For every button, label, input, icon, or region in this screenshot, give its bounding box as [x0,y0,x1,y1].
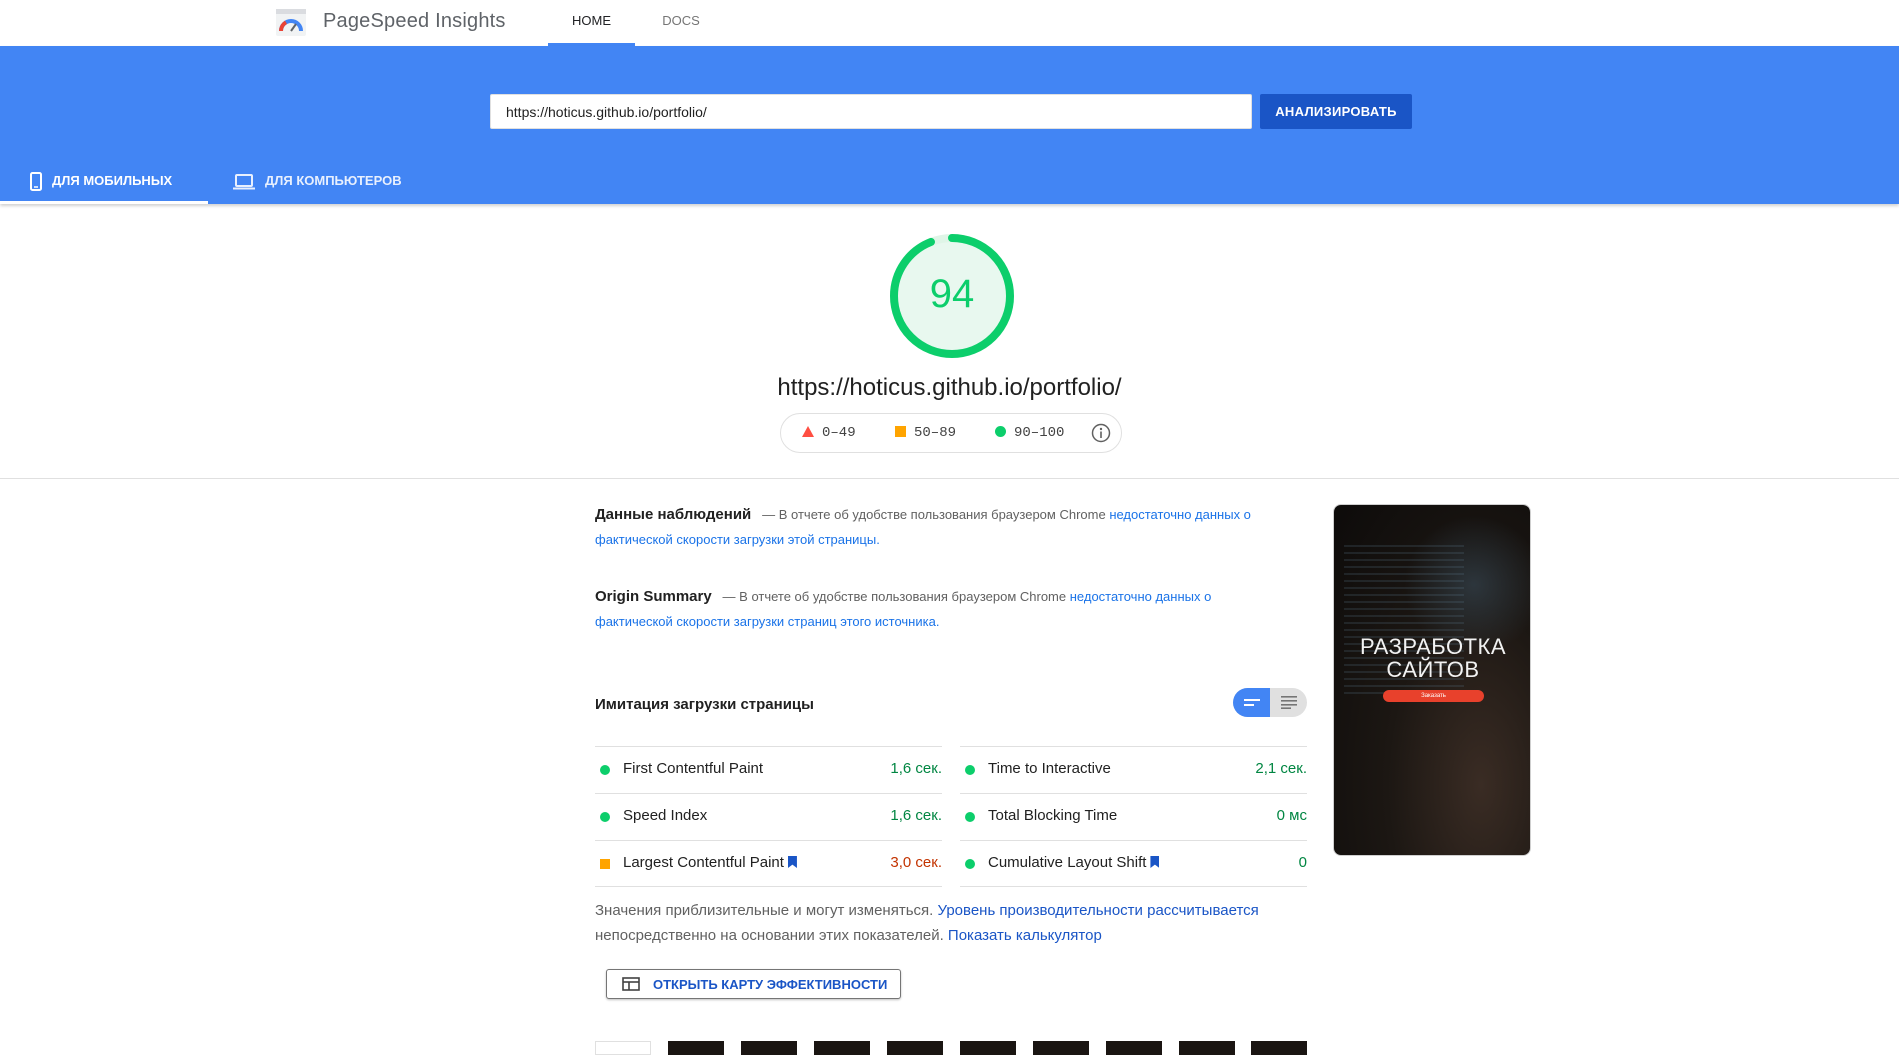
metric-value: 1,6 сек. [890,760,942,777]
metric-speed-index: Speed Index 1,6 сек. [595,793,942,840]
metric-name: First Contentful Paint [623,760,764,777]
analyze-button[interactable]: АНАЛИЗИРОВАТЬ [1260,94,1412,129]
metric-value: 1,6 сек. [890,807,942,824]
average-status-icon [600,859,610,869]
origin-summary-text: — В отчете об удобстве пользования брауз… [722,589,1067,604]
bookmark-icon[interactable] [787,856,797,868]
metrics-note: Значения приблизительные и могут изменят… [595,898,1315,948]
metric-cls: Cumulative Layout Shift 0 [960,840,1307,887]
metric-name-text: Largest Contentful Paint [623,854,784,871]
metric-value: 0 мс [1276,807,1307,824]
origin-summary-title: Origin Summary [595,588,712,605]
page-screenshot-preview: РАЗРАБОТКА САЙТОВ Заказать [1333,504,1531,856]
legend-good-range: 90–100 [1014,425,1065,441]
open-treemap-button[interactable]: ОТКРЫТЬ КАРТУ ЭФФЕКТИВНОСТИ [606,969,901,999]
metric-name: Cumulative Layout Shift [988,854,1160,871]
origin-summary-section: Origin Summary — В отчете об удобстве по… [595,584,1255,634]
info-icon[interactable] [1091,423,1111,443]
performance-score: 94 [929,272,975,316]
tab-desktop-label: ДЛЯ КОМПЬЮТЕРОВ [265,173,402,188]
legend-average-range: 50–89 [914,425,957,441]
score-legend: 0–49 50–89 90–100 [780,413,1122,453]
analyzed-url: https://hoticus.github.io/portfolio/ [777,374,1122,401]
metric-value: 2,1 сек. [1255,760,1307,777]
legend-poor-range: 0–49 [822,425,856,441]
metrics-view-toggle[interactable] [1233,688,1307,717]
tab-mobile[interactable]: ДЛЯ МОБИЛЬНЫХ [0,158,208,204]
metric-name: Total Blocking Time [988,807,1118,824]
metric-fcp: First Contentful Paint 1,6 сек. [595,746,942,793]
toggle-compact-option[interactable] [1233,688,1270,717]
field-data-title: Данные наблюдений [595,506,752,523]
square-icon [895,426,906,437]
good-status-icon [965,812,975,822]
tab-mobile-label: ДЛЯ МОБИЛЬНЫХ [52,173,173,188]
compact-view-icon [1244,699,1260,706]
legend-good: 90–100 [995,425,1064,441]
field-data-text: — В отчете об удобстве пользования брауз… [762,507,1106,522]
metric-name: Largest Contentful Paint [623,854,797,871]
metric-name: Time to Interactive [988,760,1111,777]
preview-headline: РАЗРАБОТКА САЙТОВ [1359,634,1507,682]
legend-poor: 0–49 [802,425,856,441]
metric-name: Speed Index [623,807,708,824]
section-divider [0,478,1899,479]
smartphone-icon [30,172,42,192]
lab-data-title: Имитация загрузки страницы [595,696,814,713]
metric-tti: Time to Interactive 2,1 сек. [960,746,1307,793]
analyze-header: АНАЛИЗИРОВАТЬ ДЛЯ МОБИЛЬНЫХ ДЛЯ КОМПЬЮТЕ… [0,46,1899,204]
open-treemap-label: ОТКРЫТЬ КАРТУ ЭФФЕКТИВНОСТИ [653,976,888,992]
bookmark-icon[interactable] [1150,856,1160,868]
good-status-icon [965,859,975,869]
note-text-1: Значения приблизительные и могут изменят… [595,902,934,919]
tab-desktop[interactable]: ДЛЯ КОМПЬЮТЕРОВ [233,158,433,204]
laptop-icon [233,173,255,190]
field-data-section: Данные наблюдений — В отчете об удобстве… [595,502,1255,552]
app-title[interactable]: PageSpeed Insights [323,10,506,33]
metric-value: 0 [1298,854,1307,871]
top-navigation: PageSpeed Insights HOME DOCS [0,0,1899,46]
metric-name-text: Cumulative Layout Shift [988,854,1147,871]
metric-tbt: Total Blocking Time 0 мс [960,793,1307,840]
nav-tab-home[interactable]: HOME [548,0,635,46]
expanded-view-icon[interactable] [1281,696,1297,709]
metric-value: 3,0 сек. [890,854,942,871]
good-status-icon [600,765,610,775]
score-calculation-link[interactable]: Уровень производительности рассчитываетс… [937,902,1258,919]
legend-average: 50–89 [895,425,956,441]
url-input[interactable] [490,94,1252,129]
triangle-icon [802,426,814,437]
preview-order-button: Заказать [1383,690,1484,702]
pagespeed-gauge-icon[interactable] [276,9,306,36]
nav-tab-docs[interactable]: DOCS [645,0,717,46]
treemap-icon [622,977,640,991]
show-calculator-link[interactable]: Показать калькулятор [948,927,1102,944]
good-status-icon [965,765,975,775]
metric-lcp: Largest Contentful Paint 3,0 сек. [595,840,942,887]
circle-icon [995,426,1006,437]
good-status-icon [600,812,610,822]
note-text-2: непосредственно на основании этих показа… [595,927,944,944]
